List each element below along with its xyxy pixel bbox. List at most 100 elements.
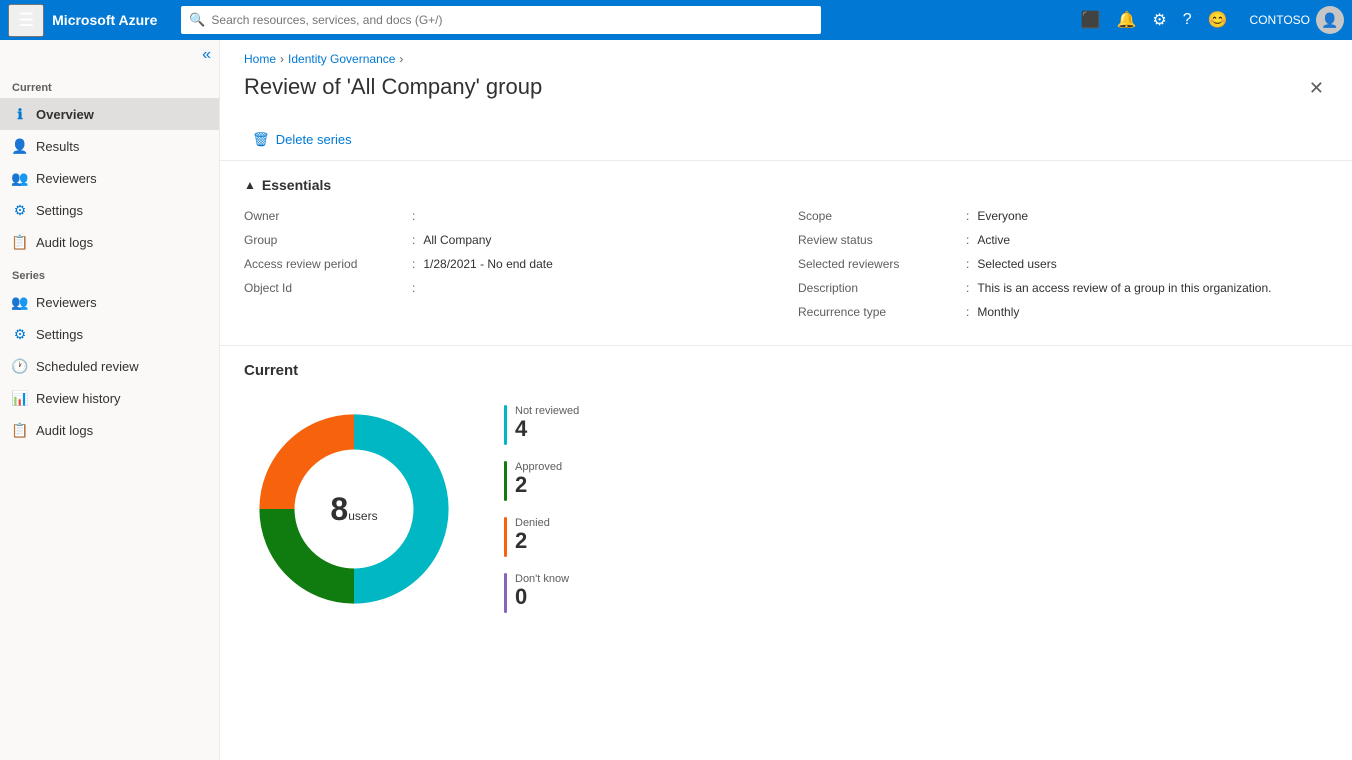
essentials-title: Essentials [262, 177, 331, 193]
essentials-row-description: Description : This is an access review o… [798, 281, 1328, 305]
sidebar-item-reviewers[interactable]: 👥 Reviewers [0, 162, 219, 194]
access-review-period-value: 1/28/2021 - No end date [423, 257, 552, 271]
sidebar-item-results-label: Results [36, 139, 79, 154]
breadcrumb-sep-1: › [280, 52, 284, 66]
scope-label: Scope [798, 209, 958, 223]
donut-arcs-svg [244, 399, 464, 619]
search-bar: 🔍 [181, 6, 821, 34]
reviewers-series-icon: 👥 [12, 294, 28, 310]
sidebar-item-review-history[interactable]: 📊 Review history [0, 382, 219, 414]
recurrence-type-label: Recurrence type [798, 305, 958, 319]
legend-bar-approved [504, 461, 507, 501]
sidebar-current-label: Current [0, 70, 219, 98]
audit-logs-icon: 📋 [12, 234, 28, 250]
scope-value: Everyone [977, 209, 1028, 223]
sidebar-item-overview[interactable]: ℹ Overview [0, 98, 219, 130]
sidebar-item-reviewers-series[interactable]: 👥 Reviewers [0, 286, 219, 318]
results-icon: 👤 [12, 138, 28, 154]
essentials-row-object-id: Object Id : [244, 281, 774, 305]
sidebar-item-reviewers-series-label: Reviewers [36, 295, 97, 310]
main-content: Home › Identity Governance › Review of '… [220, 40, 1352, 760]
legend-info-denied: Denied 2 [515, 517, 550, 553]
review-history-icon: 📊 [12, 390, 28, 406]
sidebar-item-review-history-label: Review history [36, 391, 121, 406]
essentials-header[interactable]: ▲ Essentials [244, 177, 1328, 193]
legend-value-approved: 2 [515, 473, 562, 497]
sidebar-item-audit-logs[interactable]: 📋 Audit logs [0, 226, 219, 258]
user-section: CONTOSO 👤 [1250, 6, 1344, 34]
sidebar-item-scheduled-review-label: Scheduled review [36, 359, 139, 374]
sidebar-item-reviewers-label: Reviewers [36, 171, 97, 186]
donut-center-hole [295, 450, 414, 569]
sidebar-item-results[interactable]: 👤 Results [0, 130, 219, 162]
topnav: ☰ Microsoft Azure 🔍 ⬛ 🔔 ⚙ ? 😊 CONTOSO 👤 [0, 0, 1352, 40]
legend-info-approved: Approved 2 [515, 461, 562, 497]
legend-bar-not-reviewed [504, 405, 507, 445]
essentials-left-col: Owner : Group : All Company Access revie… [244, 209, 774, 329]
current-title: Current [244, 362, 1328, 379]
legend-value-dont-know: 0 [515, 585, 569, 609]
legend-bar-dont-know [504, 573, 507, 613]
essentials-row-review-status: Review status : Active [798, 233, 1328, 257]
group-label: Group [244, 233, 404, 247]
cloud-shell-button[interactable]: ⬛ [1075, 6, 1107, 34]
legend-item-dont-know: Don't know 0 [504, 573, 579, 613]
delete-series-button[interactable]: 🗑 Delete series [244, 127, 360, 152]
sidebar-item-overview-label: Overview [36, 107, 94, 122]
essentials-row-scope: Scope : Everyone [798, 209, 1328, 233]
review-status-value: Active [977, 233, 1010, 247]
selected-reviewers-value: Selected users [977, 257, 1056, 271]
breadcrumb-home[interactable]: Home [244, 52, 276, 66]
sidebar-item-audit-logs-series-label: Audit logs [36, 423, 93, 438]
settings-button[interactable]: ⚙ [1146, 6, 1172, 34]
page-title: Review of 'All Company' group [244, 74, 542, 100]
breadcrumb-sep-2: › [399, 52, 403, 66]
reviewers-icon: 👥 [12, 170, 28, 186]
sidebar-item-settings-series-label: Settings [36, 327, 83, 342]
chart-legend: Not reviewed 4 Approved 2 [504, 405, 579, 613]
scheduled-review-icon: 🕐 [12, 358, 28, 374]
close-button[interactable]: ✕ [1305, 74, 1328, 103]
recurrence-type-value: Monthly [977, 305, 1019, 319]
description-value: This is an access review of a group in t… [977, 281, 1271, 295]
access-review-period-label: Access review period [244, 257, 404, 271]
group-value: All Company [423, 233, 491, 247]
essentials-right-col: Scope : Everyone Review status : Active … [798, 209, 1328, 329]
legend-item-denied: Denied 2 [504, 517, 579, 557]
sidebar-collapse-button[interactable]: « [0, 40, 219, 70]
settings-icon: ⚙ [12, 202, 28, 218]
legend-info-dont-know: Don't know 0 [515, 573, 569, 609]
owner-label: Owner [244, 209, 404, 223]
help-button[interactable]: ? [1177, 7, 1198, 33]
description-label: Description [798, 281, 958, 295]
sidebar-item-settings-series[interactable]: ⚙ Settings [0, 318, 219, 350]
essentials-row-recurrence-type: Recurrence type : Monthly [798, 305, 1328, 329]
avatar[interactable]: 👤 [1316, 6, 1344, 34]
breadcrumb-identity-governance[interactable]: Identity Governance [288, 52, 395, 66]
sidebar-item-settings[interactable]: ⚙ Settings [0, 194, 219, 226]
sidebar-item-scheduled-review[interactable]: 🕐 Scheduled review [0, 350, 219, 382]
search-input[interactable] [181, 6, 821, 34]
sidebar-item-audit-logs-label: Audit logs [36, 235, 93, 250]
current-section: Current [220, 346, 1352, 635]
selected-reviewers-label: Selected reviewers [798, 257, 958, 271]
chart-area: 8users Not reviewed 4 [244, 399, 1328, 619]
sidebar-series-label: Series [0, 258, 219, 286]
sidebar-item-audit-logs-series[interactable]: 📋 Audit logs [0, 414, 219, 446]
search-icon: 🔍 [189, 12, 205, 28]
legend-bar-denied [504, 517, 507, 557]
sidebar: « Current ℹ Overview 👤 Results 👥 Reviewe… [0, 40, 220, 760]
legend-info-not-reviewed: Not reviewed 4 [515, 405, 579, 441]
info-icon: ℹ [12, 106, 28, 122]
essentials-row-access-review-period: Access review period : 1/28/2021 - No en… [244, 257, 774, 281]
essentials-chevron-icon: ▲ [244, 178, 256, 192]
topnav-icons: ⬛ 🔔 ⚙ ? 😊 [1075, 6, 1234, 34]
legend-item-not-reviewed: Not reviewed 4 [504, 405, 579, 445]
review-status-label: Review status [798, 233, 958, 247]
menu-hamburger-button[interactable]: ☰ [8, 4, 44, 37]
legend-item-approved: Approved 2 [504, 461, 579, 501]
feedback-button[interactable]: 😊 [1202, 6, 1234, 34]
legend-value-not-reviewed: 4 [515, 417, 579, 441]
notifications-button[interactable]: 🔔 [1110, 6, 1142, 34]
donut-chart: 8users [244, 399, 464, 619]
